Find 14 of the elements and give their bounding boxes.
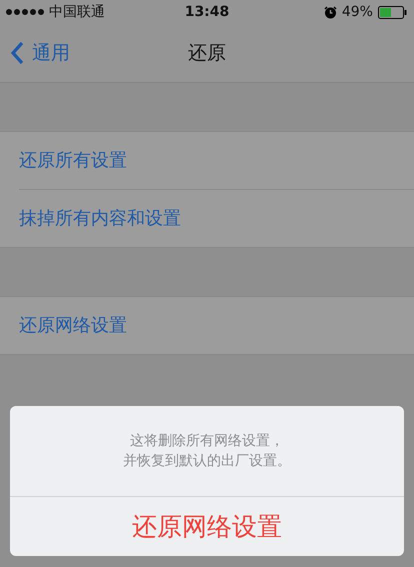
settings-item[interactable]: 还原所有设置 [19, 132, 414, 190]
alarm-icon [324, 6, 337, 18]
battery-icon [378, 6, 408, 18]
battery-percent: 49% [342, 4, 373, 20]
page-title: 还原 [188, 41, 226, 66]
clock-time: 13:48 [184, 4, 230, 20]
back-button[interactable]: 通用 [0, 40, 70, 66]
alert-message: 这将删除所有网络设置， [130, 432, 284, 451]
settings-item[interactable]: 抹掉所有内容和设置 [19, 190, 414, 247]
chevron-left-icon [10, 41, 24, 65]
carrier-name: 中国联通 [49, 3, 105, 21]
signal-icon [6, 9, 44, 15]
reset-network-button[interactable]: 还原网络设置 [10, 497, 404, 556]
alert-message: 并恢复到默认的出厂设置。 [123, 452, 291, 471]
